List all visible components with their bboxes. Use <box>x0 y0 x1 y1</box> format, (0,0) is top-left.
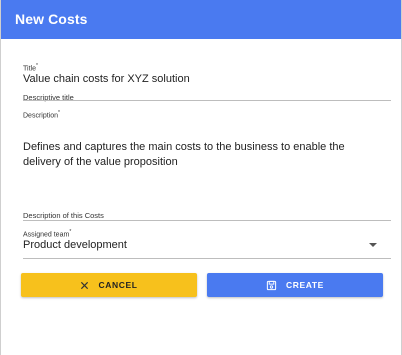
description-label: Description* <box>23 110 60 120</box>
title-field[interactable]: Title* Value chain costs for XYZ solutio… <box>23 63 391 102</box>
description-underline <box>23 220 391 221</box>
title-label: Title* <box>23 63 38 73</box>
dialog-header: New Costs <box>1 0 401 39</box>
assigned-team-value[interactable]: Product development <box>23 239 127 251</box>
cancel-button[interactable]: CANCEL <box>21 273 197 297</box>
description-helper-text: Description of this Costs <box>23 211 104 220</box>
description-field[interactable]: Description* Defines and captures the ma… <box>23 110 391 221</box>
assigned-team-label: Assigned team* <box>23 229 72 239</box>
close-icon <box>80 281 89 290</box>
description-input[interactable]: Defines and captures the main costs to t… <box>23 140 383 170</box>
save-icon <box>266 280 277 291</box>
title-underline <box>23 100 391 101</box>
new-costs-dialog: New Costs Title* Value chain costs for X… <box>0 0 402 355</box>
create-button[interactable]: CREATE <box>207 273 383 297</box>
assigned-team-select[interactable]: Assigned team* Product development <box>23 229 391 261</box>
title-input[interactable]: Value chain costs for XYZ solution <box>23 73 190 85</box>
dropdown-arrow-icon[interactable] <box>369 243 377 247</box>
cancel-label: CANCEL <box>98 280 138 290</box>
create-label: CREATE <box>286 280 324 290</box>
assigned-team-underline <box>23 258 391 259</box>
dialog-title: New Costs <box>15 11 88 27</box>
